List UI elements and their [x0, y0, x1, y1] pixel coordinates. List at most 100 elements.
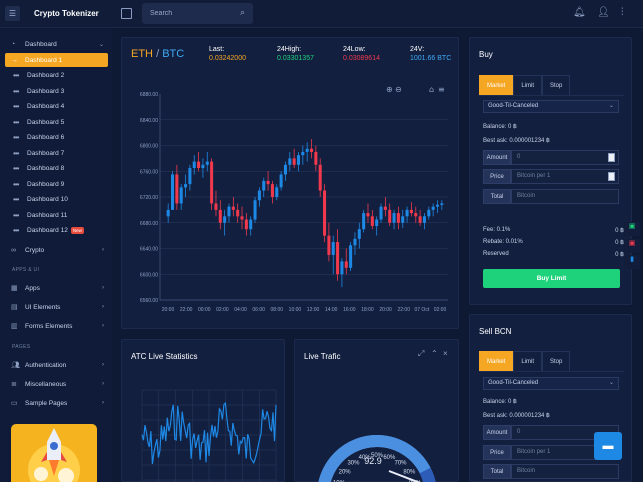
- sidebar-item-dashboard-2[interactable]: ••• Dashboard 2: [5, 69, 108, 83]
- search-input[interactable]: [150, 8, 230, 19]
- fullscreen-icon[interactable]: [121, 8, 132, 19]
- candle-body: [353, 238, 357, 246]
- sidebar-item-dashboard-4[interactable]: ••• Dashboard 4: [5, 100, 108, 114]
- sidebar-item-sample-pages[interactable]: ▭ Sample Pages ›: [5, 396, 108, 410]
- price-input[interactable]: Bitcoin per 1: [511, 169, 619, 184]
- candle-body: [414, 213, 418, 217]
- dots-icon: •••: [13, 148, 19, 158]
- chat-icon[interactable]: ▬: [594, 432, 622, 460]
- tab-stop[interactable]: Stop: [542, 75, 571, 95]
- sidebar-item-dashboard-11[interactable]: ••• Dashboard 11: [5, 208, 108, 222]
- settings-sliders-icon[interactable]: ⫶: [621, 7, 624, 18]
- price-chart-panel: ETH / BTC Last: 0.03242000 24High: 0.033…: [121, 37, 459, 329]
- sidebar-item-dashboard-10[interactable]: ••• Dashboard 10: [5, 193, 108, 207]
- candle-body: [205, 161, 209, 165]
- stepper-icon[interactable]: [608, 153, 615, 162]
- sidebar-item-label: Dashboard 7: [27, 149, 65, 157]
- stepper-icon[interactable]: [608, 172, 615, 181]
- amount-label: Amount: [483, 425, 511, 440]
- sidebar-item-label: Dashboard 2: [27, 72, 65, 79]
- bell-icon[interactable]: 🔔︎: [573, 7, 586, 18]
- sidebar-item-dashboard-12[interactable]: ••• Dashboard 12 New: [5, 224, 108, 238]
- candle-body: [323, 190, 327, 236]
- total-input[interactable]: Bitcoin: [511, 189, 619, 204]
- image-icon[interactable]: ▣: [624, 239, 640, 253]
- dots-icon: •••: [13, 133, 19, 142]
- rocket-illustration: [11, 424, 97, 482]
- chevron-right-icon: ›: [102, 304, 104, 310]
- candle-body: [427, 209, 431, 217]
- users-icon: 👥︎: [11, 362, 20, 369]
- live-statistics-chart: [141, 389, 277, 482]
- sidebar-item-dashboard-6[interactable]: ••• Dashboard 6: [5, 131, 108, 145]
- order-type-select[interactable]: Good-Til-Canceled ⌄: [483, 100, 619, 113]
- sidebar-item-dashboard[interactable]: ◔ Dashboard ⌄: [5, 37, 108, 51]
- price-label: Price: [483, 169, 511, 184]
- price-field[interactable]: Price Bitcoin per 1: [483, 169, 619, 184]
- fee-value: 0 ฿: [615, 228, 624, 234]
- sidebar-item-label: Dashboard 8: [27, 165, 65, 172]
- sidebar: ◔ Dashboard ⌄ → Dashboard 1 ••• Dashboard 2…: [0, 29, 112, 482]
- sidebar-item-dashboard-5[interactable]: ••• Dashboard 5: [5, 115, 108, 129]
- crypto-icon: ∞: [11, 246, 16, 254]
- x-tick-label: 02:00: [216, 307, 229, 313]
- candle-body: [340, 261, 344, 275]
- sidebar-item-forms[interactable]: ▥ Forms Elements ›: [5, 319, 108, 333]
- candle-body: [401, 216, 405, 223]
- form-icon: ▥: [11, 323, 18, 330]
- sidebar-item-crypto[interactable]: ∞ Crypto ›: [5, 243, 108, 257]
- sidebar-item-dashboard-1[interactable]: → Dashboard 1: [5, 53, 108, 67]
- sidebar-item-dashboard-3[interactable]: ••• Dashboard 3: [5, 84, 108, 98]
- chevron-right-icon: ›: [102, 323, 104, 329]
- x-tick-label: 20:00: [162, 307, 175, 313]
- grid-icon: ▦: [11, 285, 18, 292]
- layers-icon: ▤: [11, 304, 18, 311]
- tab-market[interactable]: Market: [479, 351, 514, 371]
- total-field[interactable]: Total Bitcoin: [483, 189, 619, 204]
- live-traffic-panel: Live Trafic ⤢ ⌃ × 0%10%20%30%40%50%60%70…: [294, 339, 459, 482]
- tab-market[interactable]: Market: [479, 75, 514, 95]
- buy-panel: Buy Market Limit Stop Good-Til-Canceled …: [469, 37, 632, 305]
- amount-input[interactable]: 0: [511, 150, 619, 165]
- sidebar-item-dashboard-8[interactable]: ••• Dashboard 8: [5, 162, 108, 176]
- total-field[interactable]: Total Bitcoin: [483, 464, 619, 479]
- sidebar-item-apps[interactable]: ▦ Apps ›: [5, 281, 108, 295]
- zoom-in-icon: ⊕: [386, 85, 393, 94]
- arrow-right-icon: →: [11, 56, 18, 64]
- y-tick-label: 6800.00: [140, 144, 158, 150]
- chevron-right-icon: ›: [102, 362, 104, 368]
- card-icon[interactable]: ▣: [624, 222, 640, 236]
- candlestick-chart[interactable]: 6880.00 6840.00 6800.00 6760.00 6720.00 6680.…: [122, 38, 460, 330]
- y-tick-label: 6560.00: [140, 298, 158, 304]
- tab-limit[interactable]: Limit: [513, 351, 543, 371]
- buy-limit-button[interactable]: Buy Limit: [483, 269, 620, 288]
- section-heading-apps: APPS & UI: [12, 267, 40, 273]
- candle-body: [296, 155, 301, 165]
- menu-icon[interactable]: ☰: [5, 6, 20, 21]
- total-placeholder: Bitcoin: [517, 468, 536, 474]
- file-icon: ▭: [11, 400, 18, 407]
- total-input[interactable]: Bitcoin: [511, 464, 619, 479]
- sidebar-item-authentication[interactable]: 👥︎ Authentication ›: [5, 358, 108, 372]
- candle-body: [253, 200, 257, 220]
- candle-body: [336, 242, 340, 275]
- amount-field[interactable]: Amount 0: [483, 150, 619, 165]
- candle-body: [257, 190, 261, 201]
- tab-limit[interactable]: Limit: [513, 75, 543, 95]
- sidebar-item-ui-elements[interactable]: ▤ UI Elements ›: [5, 300, 108, 314]
- y-tick-label: 6720.00: [140, 195, 158, 201]
- search-icon[interactable]: ⌕: [240, 7, 245, 18]
- user-icon[interactable]: 👤︎: [597, 7, 610, 18]
- sidebar-item-misc[interactable]: ≣ Miscellaneous ›: [5, 377, 108, 391]
- tab-stop[interactable]: Stop: [542, 351, 571, 371]
- order-type-select[interactable]: Good-Til-Canceled ⌄: [483, 377, 619, 390]
- chart-icon[interactable]: ▮: [624, 255, 640, 269]
- candle-body: [266, 180, 270, 185]
- best-ask-text: Best ask: 0.000001234 ฿: [483, 138, 550, 144]
- candle-body: [197, 161, 201, 169]
- sidebar-item-dashboard-7[interactable]: ••• Dashboard 7: [5, 146, 108, 160]
- sidebar-item-dashboard-9[interactable]: ••• Dashboard 9: [5, 177, 108, 191]
- sidebar-item-label: Sample Pages: [25, 399, 68, 407]
- candle-body: [305, 148, 309, 152]
- x-tick-label: 04:00: [234, 307, 247, 313]
